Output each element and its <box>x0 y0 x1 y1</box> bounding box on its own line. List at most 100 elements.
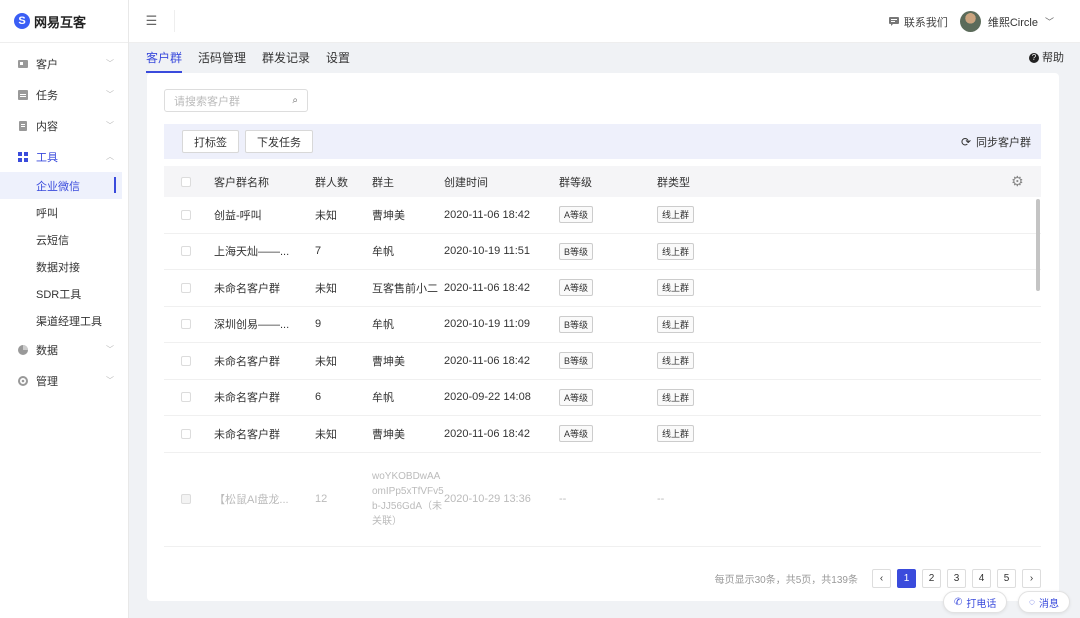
sidebar-item-data[interactable]: 数据 ﹀ <box>0 334 128 365</box>
row-checkbox[interactable] <box>181 392 191 403</box>
cell-type: 线上群 <box>657 352 777 370</box>
table-row[interactable]: 未命名客户群 6 牟帆 2020-09-22 14:08 A等级 线上群 <box>164 380 1041 416</box>
header-owner[interactable]: 群主 <box>372 174 444 190</box>
row-checkbox-cell <box>164 209 214 220</box>
sidebar-item-content[interactable]: 内容 ﹀ <box>0 110 128 141</box>
type-tag: 线上群 <box>657 352 695 370</box>
type-tag: 线上群 <box>657 388 695 406</box>
cell-type: 线上群 <box>657 279 777 297</box>
row-checkbox[interactable] <box>181 355 191 366</box>
tab-live-code[interactable]: 活码管理 <box>198 43 246 73</box>
pagination-info: 每页显示30条，共5页，共139条 <box>714 575 858 586</box>
table-row[interactable]: 未命名客户群 未知 曹坤美 2020-11-06 18:42 A等级 线上群 <box>164 416 1041 453</box>
page-button[interactable]: 1 <box>897 569 916 588</box>
assign-task-button[interactable]: 下发任务 <box>245 130 313 153</box>
table-row[interactable]: 未命名客户群 未知 曹坤美 2020-11-06 18:42 B等级 线上群 <box>164 343 1041 380</box>
level-tag: A等级 <box>559 206 594 224</box>
search-icon[interactable]: ⌕ <box>292 95 298 106</box>
cell-count: 12 <box>315 493 328 505</box>
page-button[interactable]: 2 <box>922 569 941 588</box>
cell-time: 2020-11-06 18:42 <box>444 354 531 367</box>
sidebar-item-manage[interactable]: 管理 ﹀ <box>0 365 128 396</box>
page-button[interactable]: 5 <box>997 569 1016 588</box>
brand-logo[interactable]: S 网易互客 <box>0 0 128 43</box>
top-bar: ☰ 联系我们 维熙Circle ﹀ <box>129 0 1080 43</box>
help-link[interactable]: ? 帮助 <box>1029 43 1064 73</box>
cell-level: B等级 <box>559 315 657 333</box>
cell-type: 线上群 <box>657 388 777 406</box>
table-row[interactable]: 创益-呼叫 未知 曹坤美 2020-11-06 18:42 A等级 线上群 <box>164 197 1041 234</box>
tab-customer-groups[interactable]: 客户群 <box>146 43 183 73</box>
sidebar-item-label: 任务 <box>36 89 58 102</box>
message-button[interactable]: ◌ 消息 <box>1018 591 1070 613</box>
table-row[interactable]: 未命名客户群 未知 互客售前小二 2020-11-06 18:42 A等级 线上… <box>164 270 1041 307</box>
sidebar-subitem-call[interactable]: 呼叫 <box>0 199 128 226</box>
tab-settings[interactable]: 设置 <box>326 43 350 73</box>
table-row[interactable]: 上海天灿——... 7 牟帆 2020-10-19 11:51 B等级 线上群 <box>164 234 1041 270</box>
page-button[interactable]: 4 <box>972 569 991 588</box>
sidebar-subitem-channel-manager[interactable]: 渠道经理工具 <box>0 307 128 334</box>
next-page-button[interactable]: › <box>1022 569 1041 588</box>
level-tag: A等级 <box>559 279 594 297</box>
sidebar-item-label: 内容 <box>36 120 58 133</box>
sidebar-item-customer[interactable]: 客户 ﹀ <box>0 48 128 79</box>
sidebar-subitem-sdr[interactable]: SDR工具 <box>0 280 128 307</box>
user-menu[interactable]: 维熙Circle ﹀ <box>959 11 1054 32</box>
table-row[interactable]: 深圳创易——... 9 牟帆 2020-10-19 11:09 B等级 线上群 <box>164 307 1041 343</box>
cell-level: A等级 <box>559 206 657 224</box>
row-checkbox-cell <box>164 428 214 439</box>
user-name: 维熙Circle <box>987 16 1038 29</box>
sidebar-subitem-wecom[interactable]: 企业微信 <box>0 172 122 199</box>
table-row-disabled: 【松鼠AI盘龙... 12 woYKOBDwAAomIPp5xTfVFv5b-J… <box>164 453 1041 547</box>
cell-name: 上海天灿——... <box>214 246 290 259</box>
type-tag: 线上群 <box>657 242 695 260</box>
cell-owner: 曹坤美 <box>372 355 405 368</box>
cell-count: 未知 <box>315 428 337 441</box>
message-icon: ◌ <box>1029 596 1035 608</box>
sidebar-menu: 客户 ﹀ 任务 ﹀ 内容 ﹀ 工具 ︿ 企业微信 呼叫 云短信 数据对接 SDR… <box>0 43 128 396</box>
row-checkbox[interactable] <box>181 282 191 293</box>
row-checkbox[interactable] <box>181 428 191 439</box>
level-tag: A等级 <box>559 425 594 443</box>
cell-level: A等级 <box>559 279 657 297</box>
page-tabs: 客户群 活码管理 群发记录 设置 ? 帮助 <box>146 43 1080 73</box>
sidebar-item-task[interactable]: 任务 ﹀ <box>0 79 128 110</box>
header-level[interactable]: 群等级 <box>559 174 657 190</box>
sync-groups-button[interactable]: ⟳ 同步客户群 <box>961 124 1031 159</box>
row-checkbox[interactable] <box>181 319 191 330</box>
level-tag: B等级 <box>559 352 594 370</box>
page-button[interactable]: 3 <box>947 569 966 588</box>
select-all-checkbox[interactable] <box>181 176 191 187</box>
sidebar-subitem-data-integration[interactable]: 数据对接 <box>0 253 128 280</box>
cell-count: 6 <box>315 391 322 404</box>
search-input[interactable]: 请搜索客户群 ⌕ <box>164 89 308 112</box>
select-all-checkbox-cell <box>164 176 214 187</box>
row-checkbox[interactable] <box>181 209 191 220</box>
chevron-up-icon: ︿ <box>106 152 114 161</box>
type-tag: 线上群 <box>657 279 695 297</box>
level-tag: B等级 <box>559 242 594 260</box>
sidebar-subitem-sms[interactable]: 云短信 <box>0 226 128 253</box>
header-count[interactable]: 群人数 <box>315 174 372 190</box>
prev-page-button[interactable]: ‹ <box>872 569 891 588</box>
search-placeholder: 请搜索客户群 <box>174 95 240 108</box>
sidebar-item-tools[interactable]: 工具 ︿ <box>0 141 128 172</box>
cell-name: 【松鼠AI盘龙... <box>214 494 289 506</box>
cell-owner: 牟帆 <box>372 392 394 405</box>
header-name[interactable]: 客户群名称 <box>214 174 315 190</box>
header-time[interactable]: 创建时间 <box>444 174 559 190</box>
menu-collapse-icon[interactable]: ☰ <box>129 10 175 32</box>
content-icon <box>19 120 27 131</box>
row-checkbox-cell <box>164 392 214 403</box>
header-type[interactable]: 群类型 <box>657 174 777 190</box>
call-button[interactable]: ✆ 打电话 <box>943 591 1008 613</box>
tab-broadcast-records[interactable]: 群发记录 <box>262 43 310 73</box>
call-label: 打电话 <box>966 598 997 610</box>
table-scrollbar[interactable] <box>1036 199 1040 291</box>
contact-us-link[interactable]: 联系我们 <box>888 14 948 30</box>
tag-button[interactable]: 打标签 <box>182 130 239 153</box>
level-tag: A等级 <box>559 388 594 406</box>
message-label: 消息 <box>1038 598 1059 610</box>
row-checkbox[interactable] <box>181 246 191 257</box>
gear-icon[interactable]: ⚙ <box>1011 174 1025 188</box>
